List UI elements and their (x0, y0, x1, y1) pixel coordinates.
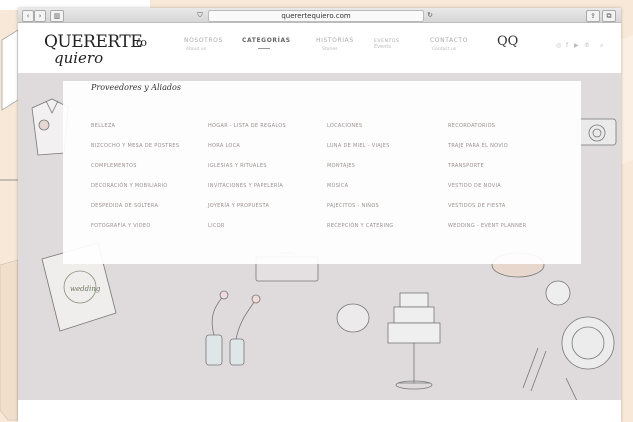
category-link[interactable]: DECORACIÓN Y MOBILIARIO (91, 183, 168, 189)
category-link[interactable]: MONTAJES (327, 163, 355, 169)
category-link[interactable]: RECEPCIÓN Y CATERING (327, 223, 393, 229)
forward-button[interactable]: › (34, 10, 46, 22)
nav-contacto[interactable]: CONTACTO (430, 37, 468, 44)
category-link[interactable]: HOGAR - LISTA DE REGALOS (208, 123, 286, 129)
category-link[interactable]: LOCACIONES (327, 123, 362, 129)
youtube-icon[interactable]: ▶ (574, 42, 579, 49)
shield-icon[interactable]: ⛉ (195, 10, 205, 20)
nav-historias[interactable]: HISTORIAS (316, 37, 354, 44)
tabs-button[interactable]: ⧉ (602, 10, 616, 22)
category-link[interactable]: RECORDATORIOS (448, 123, 495, 129)
category-link[interactable]: LICOR (208, 223, 225, 229)
category-link[interactable]: JOYERÍA Y PROPUESTA (208, 203, 269, 209)
nav-nosotros-sub: About us (186, 47, 206, 52)
categories-mega-menu: Proveedores y Aliados BELLEZA BIZCOCHO Y… (63, 81, 581, 264)
category-link[interactable]: TRANSPORTE (448, 163, 484, 169)
nav-active-underline (258, 48, 270, 49)
monogram[interactable]: QQ (497, 34, 518, 49)
logo-monogram-icon: ꝏ (136, 36, 147, 49)
search-icon[interactable]: ⌕ (600, 42, 603, 50)
address-bar[interactable]: querertequiero.com (208, 10, 424, 22)
logo-script[interactable]: quiero (54, 49, 103, 67)
category-link[interactable]: DESPEDIDA DE SOLTERA (91, 203, 158, 209)
nav-eventos-sub: Events (374, 44, 391, 50)
category-link[interactable]: BELLEZA (91, 123, 115, 129)
share-button[interactable]: ⇪ (586, 10, 600, 22)
nav-contacto-sub: Contact us (432, 47, 457, 52)
nav-historias-sub: Stories (322, 47, 338, 52)
instagram-icon[interactable]: ◎ (556, 42, 561, 49)
nav-nosotros[interactable]: NOSOTROS (184, 37, 223, 44)
category-link[interactable]: COMPLEMENTOS (91, 163, 137, 169)
category-link[interactable]: VESTIDO DE NOVIA (448, 183, 501, 189)
browser-toolbar: ‹ › ▥ ⛉ querertequiero.com ↻ ⇪ ⧉ (18, 8, 621, 23)
pinterest-icon[interactable]: ℗ (584, 42, 590, 49)
category-link[interactable]: VESTIDOS DE FIESTA (448, 203, 506, 209)
sidebar-toggle-button[interactable]: ▥ (50, 10, 64, 22)
browser-window: ‹ › ▥ ⛉ querertequiero.com ↻ ⇪ ⧉ QUERERT… (18, 8, 621, 422)
facebook-icon[interactable]: f (566, 42, 568, 49)
nav-categorias[interactable]: CATEGORÍAS (242, 37, 291, 44)
back-button[interactable]: ‹ (22, 10, 34, 22)
category-link[interactable]: INVITACIONES Y PAPELERÍA (208, 183, 283, 189)
category-link[interactable]: HORA LOCA (208, 143, 240, 149)
category-link[interactable]: BIZCOCHO Y MESA DE POSTRES (91, 143, 179, 149)
category-link[interactable]: PAJECITOS - NIÑOS (327, 203, 379, 209)
category-link[interactable]: FOTOGRAFÍA Y VIDEO (91, 223, 151, 229)
reload-icon[interactable]: ↻ (425, 10, 435, 20)
category-link[interactable]: MÚSICA (327, 183, 348, 189)
mega-menu-title: Proveedores y Aliados (91, 83, 181, 92)
category-link[interactable]: WEDDING - EVENT PLANNER (448, 223, 526, 229)
category-link[interactable]: LUNA DE MIEL - VIAJES (327, 143, 390, 149)
site-header: QUERERTE quiero ꝏ NOSOTROS About us CATE… (18, 23, 621, 73)
wreath-text: wedding (70, 285, 101, 293)
category-link[interactable]: IGLESIAS Y RITUALES (208, 163, 267, 169)
category-link[interactable]: TRAJE PARA EL NOVIO (448, 143, 508, 149)
